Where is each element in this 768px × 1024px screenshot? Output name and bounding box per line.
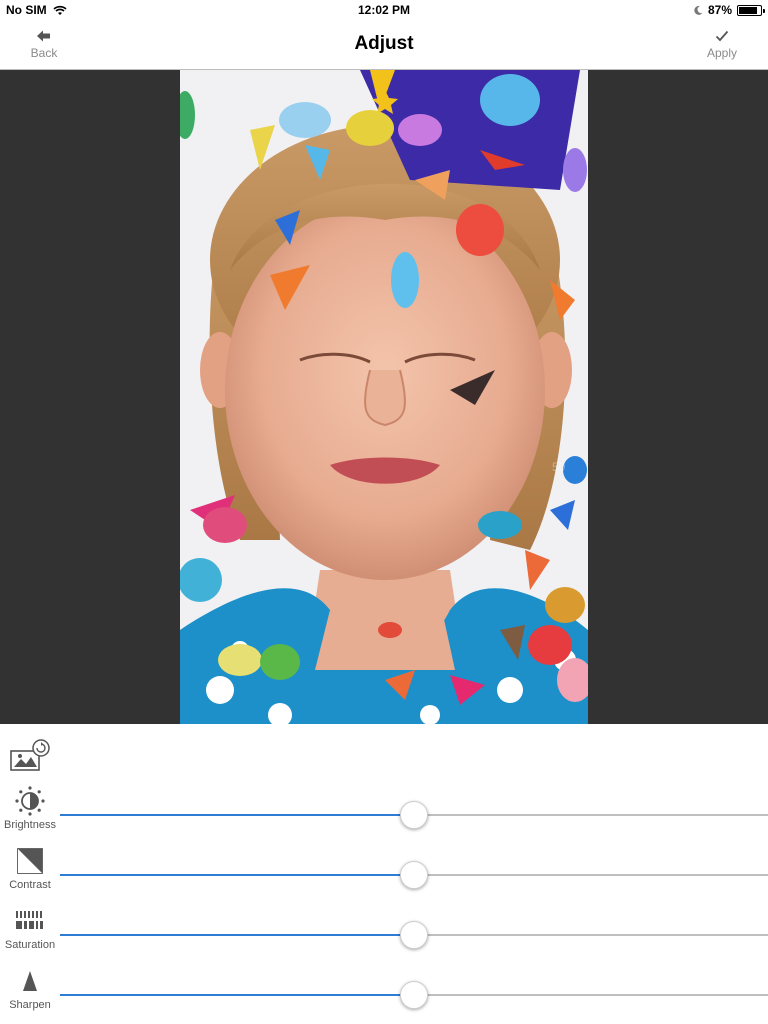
saturation-slider-thumb[interactable] (400, 921, 428, 949)
sharpen-slider-fill (60, 994, 414, 996)
sharpen-slider-row: Sharpen (0, 964, 768, 1024)
brightness-label: Brightness (4, 819, 56, 831)
sharpen-label: Sharpen (9, 999, 51, 1011)
reset-photo-button[interactable] (10, 738, 52, 772)
navigation-bar: Back Adjust Apply (0, 22, 768, 70)
battery-level (739, 6, 757, 14)
adjust-controls: Brightness Contrast Saturation Sharpen (0, 724, 768, 1024)
contrast-slider-row: Contrast (0, 844, 768, 904)
contrast-slider[interactable] (60, 861, 768, 889)
sharpen-slider-thumb[interactable] (400, 981, 428, 1009)
contrast-label: Contrast (9, 879, 51, 891)
moon-icon (694, 5, 703, 15)
brightness-slider[interactable] (60, 801, 768, 829)
page-title: Adjust (354, 33, 414, 54)
photo-image (180, 70, 588, 724)
battery-status: 87% (694, 3, 765, 17)
contrast-slider-thumb[interactable] (400, 861, 428, 889)
brightness-slider-row: Brightness (0, 784, 768, 844)
sharpen-icon (13, 964, 47, 998)
saturation-slider-fill (60, 934, 414, 936)
saturation-slider[interactable] (60, 921, 768, 949)
battery-icon (737, 4, 765, 16)
brightness-slider-thumb[interactable] (400, 801, 428, 829)
saturation-icon (13, 904, 47, 938)
brightness-icon (13, 784, 47, 818)
edited-photo[interactable]: 50 (180, 70, 588, 724)
contrast-slider-fill (60, 874, 414, 876)
clock: 12:02 PM (357, 3, 411, 17)
saturation-label: Saturation (4, 939, 56, 951)
sharpen-slider[interactable] (60, 981, 768, 1009)
saturation-slider-row: Saturation (0, 904, 768, 964)
photo-canvas: 50 (0, 70, 768, 724)
photo-reset-icon (10, 739, 50, 771)
checkmark-icon (692, 26, 752, 46)
brightness-slider-fill (60, 814, 414, 816)
apply-button[interactable]: Apply (692, 26, 752, 60)
battery-percent: 87% (707, 3, 732, 17)
contrast-icon (13, 844, 47, 878)
status-bar: No SIM 12:02 PM 87% (0, 0, 768, 22)
apply-label: Apply (706, 46, 738, 60)
photo-overlay-hint: 50 (552, 460, 566, 474)
